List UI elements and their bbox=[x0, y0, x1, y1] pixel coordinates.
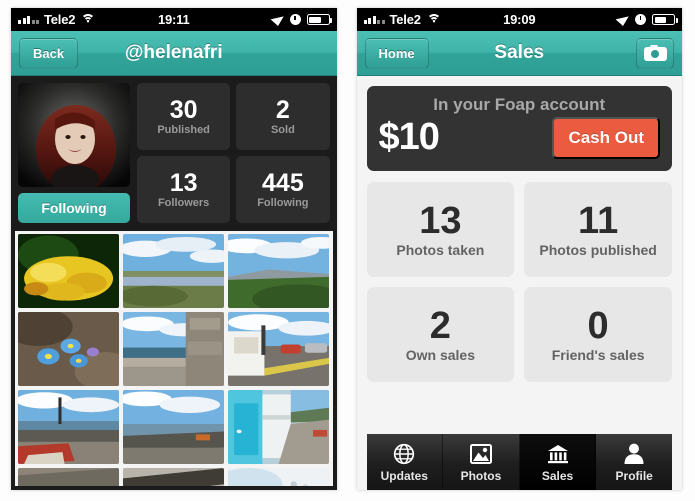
following-button[interactable]: Following bbox=[18, 193, 130, 223]
navbar-profile: Back @helenafri bbox=[11, 31, 337, 76]
sales-body: In your Foap account $10 Cash Out 13 Pho… bbox=[356, 76, 682, 490]
tab-photos[interactable]: Photos bbox=[443, 434, 520, 490]
alarm-clock-icon bbox=[289, 14, 301, 25]
photo-blue-forget-me-nots[interactable] bbox=[18, 312, 120, 386]
status-bar-left-group: Tele2 bbox=[18, 12, 96, 27]
photo-white-abstract[interactable] bbox=[228, 468, 330, 486]
back-button[interactable]: Back bbox=[19, 37, 79, 69]
profile-header-section: Following 30 Published 2 Sold 13 Followe… bbox=[11, 76, 337, 229]
stat-label: Following bbox=[257, 196, 309, 209]
photo-red-boat-detail[interactable] bbox=[18, 468, 120, 486]
tab-label: Updates bbox=[380, 468, 428, 483]
cash-out-button[interactable]: Cash Out bbox=[552, 117, 660, 159]
location-arrow-icon bbox=[270, 12, 287, 27]
bottom-tab-bar: Updates Photos Sales Profile bbox=[366, 434, 672, 490]
photo-stone-wall-sea[interactable] bbox=[123, 312, 225, 386]
tab-sales[interactable]: Sales bbox=[519, 434, 597, 490]
carrier-label: Tele2 bbox=[44, 12, 76, 27]
signal-bars-icon bbox=[18, 15, 39, 24]
stat-label: Sold bbox=[270, 123, 295, 136]
following-button-label: Following bbox=[41, 200, 107, 216]
carrier-label: Tele2 bbox=[389, 12, 421, 27]
picture-icon bbox=[468, 442, 494, 466]
photo-grid bbox=[18, 234, 330, 486]
stat-value: 13 bbox=[419, 199, 462, 242]
stat-photos-published[interactable]: 11 Photos published bbox=[524, 182, 672, 277]
profile-body: Following 30 Published 2 Sold 13 Followe… bbox=[11, 76, 337, 490]
camera-button[interactable] bbox=[636, 37, 674, 69]
camera-icon bbox=[643, 45, 667, 61]
status-bar-right-group bbox=[270, 12, 332, 27]
stat-value: 13 bbox=[169, 168, 198, 197]
stat-label: Published bbox=[157, 123, 210, 136]
status-bar-right-group bbox=[615, 12, 678, 27]
home-button[interactable]: Home bbox=[364, 37, 429, 69]
tab-label: Photos bbox=[460, 468, 502, 483]
photo-yellow-flowers[interactable] bbox=[18, 234, 120, 308]
status-bar-right: Tele2 19:09 bbox=[356, 8, 682, 31]
avatar[interactable] bbox=[18, 83, 130, 187]
stat-following[interactable]: 445 Following bbox=[236, 156, 330, 223]
globe-icon bbox=[391, 442, 417, 466]
foap-account-card: In your Foap account $10 Cash Out bbox=[366, 86, 672, 171]
photo-blue-doors-alley[interactable] bbox=[228, 390, 330, 464]
photo-green-headland[interactable] bbox=[228, 234, 330, 308]
navbar-sales: Home Sales bbox=[356, 31, 682, 76]
location-arrow-icon bbox=[615, 12, 633, 27]
photo-crab-sale-sign-street[interactable] bbox=[228, 312, 330, 386]
stat-value: 0 bbox=[587, 304, 609, 347]
stat-value: 445 bbox=[262, 168, 304, 197]
account-balance-row: $10 Cash Out bbox=[378, 116, 660, 159]
stat-value: 2 bbox=[275, 95, 290, 124]
account-title: In your Foap account bbox=[433, 95, 606, 114]
stat-label: Photos published bbox=[539, 241, 657, 258]
stat-label: Own sales bbox=[405, 346, 475, 363]
avatar-column: Following bbox=[18, 83, 130, 223]
status-bar-left-group: Tele2 bbox=[363, 12, 441, 27]
stat-label: Photos taken bbox=[396, 241, 485, 258]
photo-grid-area bbox=[15, 231, 333, 486]
photo-harbour-pier[interactable] bbox=[123, 390, 225, 464]
photo-harbour-boats[interactable] bbox=[18, 390, 120, 464]
bank-icon bbox=[545, 442, 571, 466]
wifi-icon bbox=[81, 14, 96, 25]
phone-profile-screen: Tele2 19:11 Back @helenafri Following 30… bbox=[11, 8, 337, 490]
profile-stats-grid: 30 Published 2 Sold 13 Followers 445 Fol… bbox=[137, 83, 330, 223]
stat-value: 11 bbox=[578, 199, 619, 242]
stat-value: 2 bbox=[429, 304, 451, 347]
tab-updates[interactable]: Updates bbox=[367, 434, 444, 490]
stat-sold[interactable]: 2 Sold bbox=[236, 83, 330, 150]
stat-value: 30 bbox=[169, 95, 198, 124]
stat-label: Friend's sales bbox=[551, 346, 645, 363]
tab-profile[interactable]: Profile bbox=[596, 434, 672, 490]
person-icon bbox=[621, 442, 647, 466]
signal-bars-icon bbox=[363, 15, 385, 24]
two-phone-screenshot: Tele2 19:11 Back @helenafri Following 30… bbox=[0, 0, 695, 501]
wifi-icon bbox=[426, 14, 441, 25]
account-balance-amount: $10 bbox=[378, 116, 440, 159]
tab-label: Sales bbox=[541, 468, 574, 483]
photo-coastal-lagoon[interactable] bbox=[123, 234, 225, 308]
status-bar-left: Tele2 19:11 bbox=[11, 8, 337, 31]
battery-icon bbox=[652, 14, 678, 25]
stat-followers[interactable]: 13 Followers bbox=[137, 156, 231, 223]
stat-photos-taken[interactable]: 13 Photos taken bbox=[366, 182, 515, 277]
tab-label: Profile bbox=[615, 468, 653, 483]
stat-label: Followers bbox=[157, 196, 210, 209]
alarm-clock-icon bbox=[635, 14, 646, 25]
stat-published[interactable]: 30 Published bbox=[137, 83, 231, 150]
phone-sales-screen: Tele2 19:09 Home Sales In your Foap acco… bbox=[356, 8, 682, 490]
stat-own-sales[interactable]: 2 Own sales bbox=[366, 287, 515, 382]
battery-icon bbox=[306, 14, 332, 25]
stat-friends-sales[interactable]: 0 Friend's sales bbox=[524, 287, 672, 382]
sales-stats-grid: 13 Photos taken 11 Photos published 2 Ow… bbox=[366, 182, 672, 382]
photo-wooden-planks[interactable] bbox=[123, 468, 225, 486]
